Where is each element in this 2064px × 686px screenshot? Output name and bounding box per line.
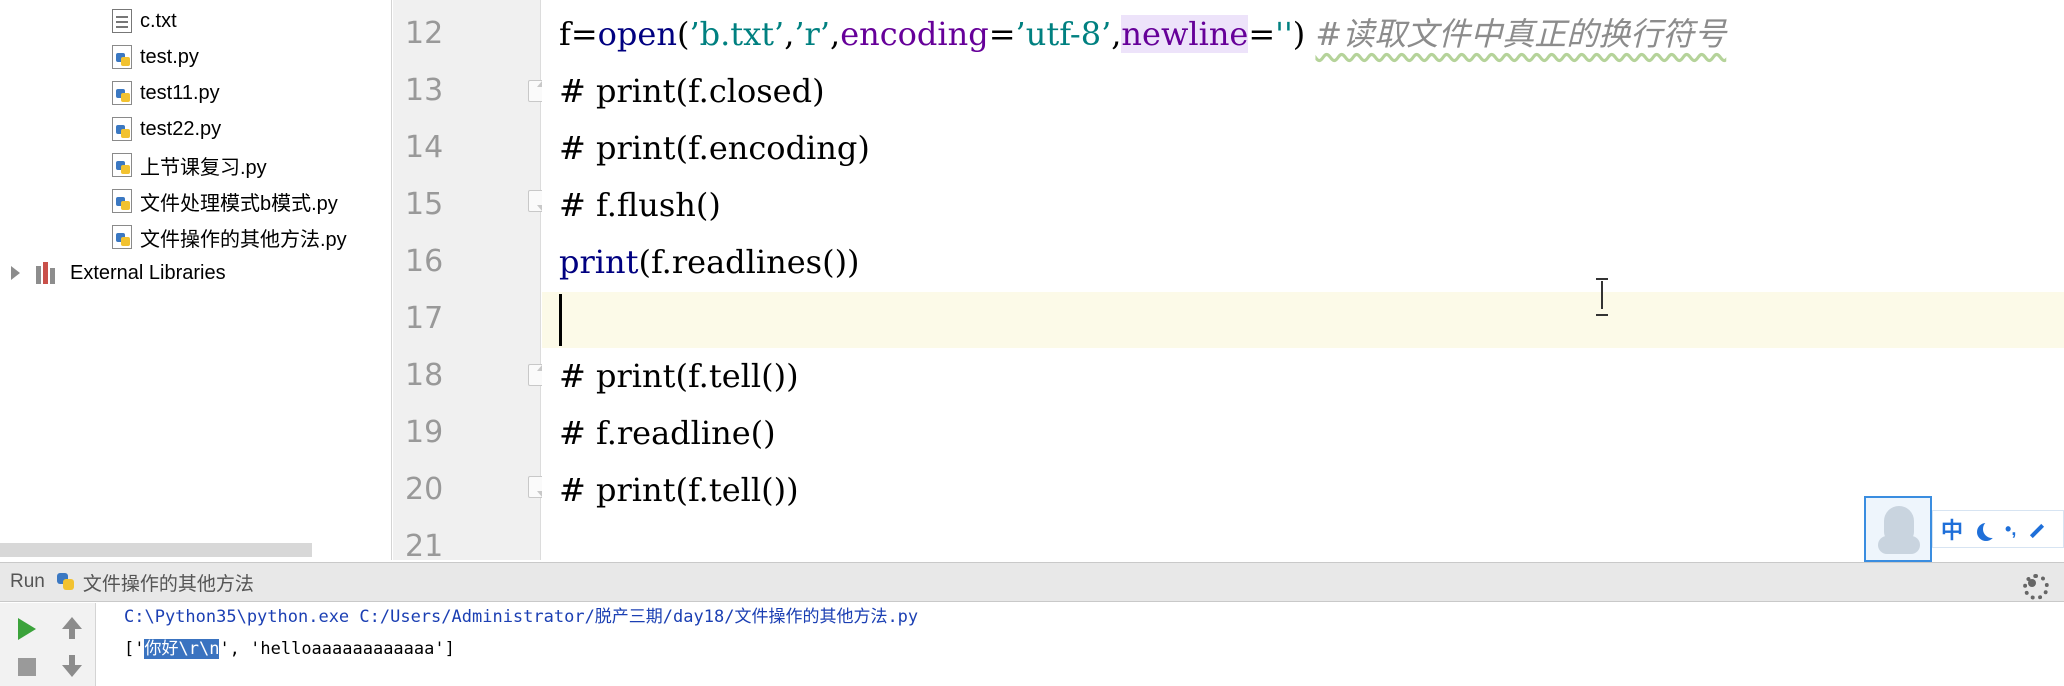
punctuation-toggle[interactable]: •, bbox=[2005, 519, 2016, 540]
python-file-icon bbox=[112, 81, 132, 105]
line-number: 17 bbox=[405, 301, 444, 336]
tree-external-libraries[interactable]: External Libraries bbox=[8, 256, 226, 290]
run-config-name: 文件操作的其他方法 bbox=[82, 573, 254, 595]
python-file-icon bbox=[112, 45, 132, 69]
code-line-20: # print(f.tell()) bbox=[559, 471, 799, 509]
code-line-14: # print(f.encoding) bbox=[559, 129, 870, 167]
line-number: 19 bbox=[405, 415, 444, 450]
external-libraries-label: External Libraries bbox=[70, 261, 226, 284]
scroll-down-arrow-icon[interactable] bbox=[52, 649, 92, 685]
expand-arrow-icon[interactable] bbox=[8, 266, 22, 280]
code-line-18: # print(f.tell()) bbox=[559, 357, 799, 395]
tree-file-label: 文件操作的其他方法.py bbox=[140, 228, 347, 251]
tree-file-binary-mode-py[interactable]: 文件处理模式b模式.py bbox=[112, 184, 338, 218]
selected-text: 你好\r\n bbox=[144, 639, 220, 659]
current-line-highlight bbox=[542, 292, 2064, 348]
line-number: 18 bbox=[405, 358, 444, 393]
library-icon bbox=[34, 262, 60, 284]
ime-toolbar[interactable]: 中 •, bbox=[1864, 496, 2064, 562]
ime-mode-label[interactable]: 中 bbox=[1941, 513, 1963, 545]
code-comment: #读取文件中真正的换行符号 bbox=[1315, 15, 1727, 53]
tree-horizontal-scrollbar[interactable] bbox=[0, 543, 312, 557]
project-tree-panel: c.txt test.py test11.py test22.py 上节课复习.… bbox=[0, 0, 392, 560]
stop-button[interactable] bbox=[4, 649, 44, 685]
tree-file-label: test22.py bbox=[140, 117, 222, 140]
python-file-icon bbox=[112, 153, 132, 177]
line-number: 12 bbox=[405, 16, 444, 51]
line-number: 13 bbox=[405, 73, 444, 108]
python-file-icon bbox=[112, 117, 132, 141]
tree-file-label: test11.py bbox=[140, 81, 220, 104]
code-line-15: # f.flush() bbox=[559, 186, 721, 224]
run-panel-header: Run 文件操作的其他方法 bbox=[0, 562, 2064, 602]
tree-file-label: 文件处理模式b模式.py bbox=[140, 192, 338, 215]
line-number: 20 bbox=[405, 472, 444, 507]
code-editor[interactable]: f=open(’b.txt’,’r’,encoding=’utf-8’,newl… bbox=[542, 0, 2064, 560]
text-file-icon bbox=[112, 9, 132, 33]
tree-file-other-methods-py[interactable]: 文件操作的其他方法.py bbox=[112, 220, 347, 254]
run-toolbar bbox=[0, 603, 96, 686]
tree-file-c-txt[interactable]: c.txt bbox=[112, 4, 177, 38]
editor-gutter: 12 13 14 15 16 17 18 19 20 21 bbox=[393, 0, 541, 564]
ime-status-bar[interactable]: 中 •, bbox=[1932, 510, 2064, 548]
python-file-icon bbox=[112, 189, 132, 213]
gear-icon[interactable] bbox=[2020, 571, 2049, 600]
line-number: 15 bbox=[405, 187, 444, 222]
wrench-icon[interactable] bbox=[2028, 521, 2044, 537]
run-panel-title[interactable]: Run bbox=[10, 571, 45, 593]
ime-avatar-icon[interactable] bbox=[1864, 496, 1932, 562]
tree-file-test11-py[interactable]: test11.py bbox=[112, 76, 220, 110]
line-number: 16 bbox=[405, 244, 444, 279]
run-console[interactable]: C:\Python35\python.exe C:/Users/Administ… bbox=[97, 603, 2064, 686]
console-output-line[interactable]: ['你好\r\n', 'helloaaaaaaaaaaaa'] bbox=[124, 635, 455, 663]
console-command-line[interactable]: C:\Python35\python.exe C:/Users/Administ… bbox=[124, 603, 918, 631]
code-line-16: print(f.readlines()) bbox=[559, 243, 860, 281]
code-line-13: # print(f.closed) bbox=[559, 72, 825, 110]
tree-file-label: test.py bbox=[140, 45, 199, 68]
text-caret bbox=[559, 294, 562, 346]
tree-file-review-py[interactable]: 上节课复习.py bbox=[112, 148, 267, 182]
tree-file-label: 上节课复习.py bbox=[140, 156, 267, 179]
tree-file-label: c.txt bbox=[140, 9, 177, 32]
tree-file-test-py[interactable]: test.py bbox=[112, 40, 199, 74]
code-line-19: # f.readline() bbox=[559, 414, 776, 452]
ibeam-cursor-icon bbox=[1594, 278, 1610, 316]
moon-icon[interactable] bbox=[1983, 520, 2001, 538]
python-file-icon bbox=[112, 225, 132, 249]
tree-file-test22-py[interactable]: test22.py bbox=[112, 112, 221, 146]
code-line-12: f=open(’b.txt’,’r’,encoding=’utf-8’,newl… bbox=[559, 15, 1727, 53]
scroll-up-arrow-icon[interactable] bbox=[52, 611, 92, 647]
python-run-config-icon bbox=[55, 571, 77, 593]
rerun-button[interactable] bbox=[4, 611, 44, 647]
line-number: 14 bbox=[405, 130, 444, 165]
